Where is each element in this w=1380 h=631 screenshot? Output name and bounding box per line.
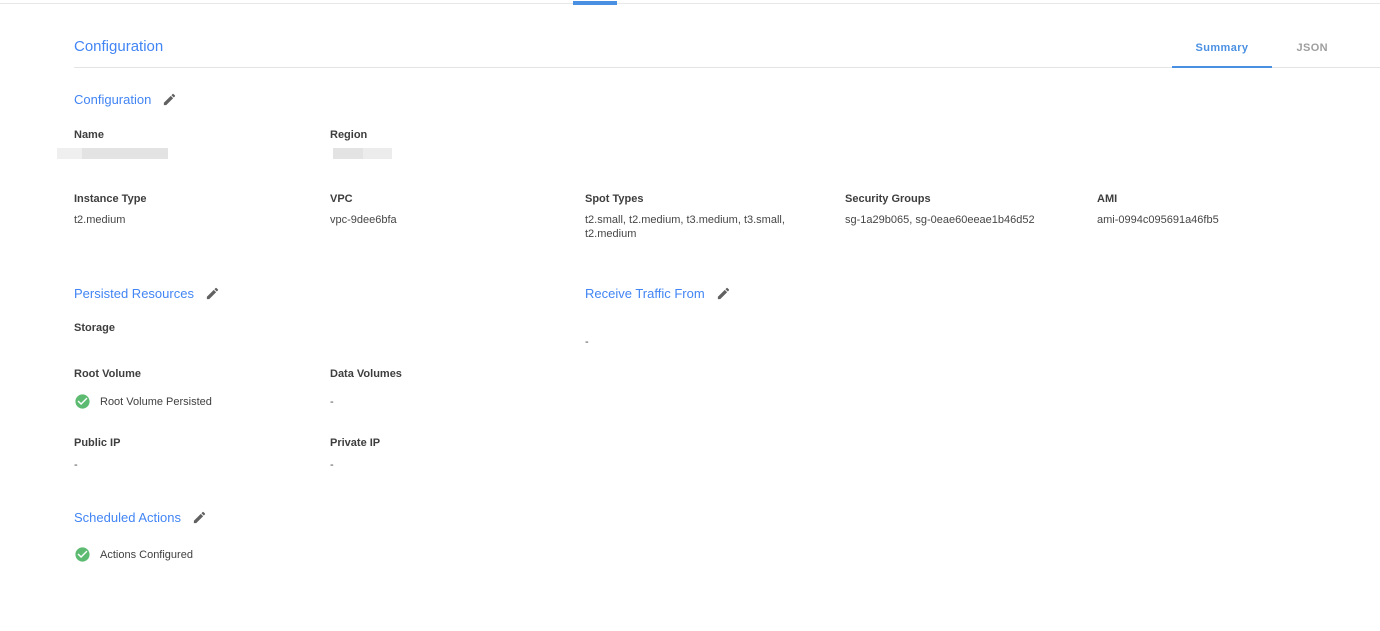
persisted-resources-section-header: Persisted Resources bbox=[74, 286, 220, 301]
instance-details-row: Instance Type t2.medium VPC vpc-9dee6bfa… bbox=[74, 193, 1340, 241]
field-spot-types: Spot Types t2.small, t2.medium, t3.mediu… bbox=[585, 193, 845, 241]
field-security-groups: Security Groups sg-1a29b065, sg-0eae60ee… bbox=[845, 193, 1097, 227]
vpc-value: vpc-9dee6bfa bbox=[330, 213, 585, 227]
spot-types-label: Spot Types bbox=[585, 193, 845, 206]
edit-configuration-icon[interactable] bbox=[162, 92, 177, 107]
check-circle-icon bbox=[74, 546, 91, 563]
tab-json[interactable]: JSON bbox=[1272, 42, 1352, 67]
field-vpc: VPC vpc-9dee6bfa bbox=[330, 193, 585, 227]
region-label: Region bbox=[330, 129, 585, 142]
section-headers-row: Persisted Resources Receive Traffic From bbox=[74, 285, 1340, 303]
root-volume-label: Root Volume bbox=[74, 368, 330, 381]
edit-scheduled-actions-icon[interactable] bbox=[192, 510, 207, 525]
scheduled-actions-status-text: Actions Configured bbox=[100, 549, 193, 561]
ami-label: AMI bbox=[1097, 193, 1340, 206]
field-region: Region bbox=[330, 129, 585, 159]
field-name: Name bbox=[74, 129, 330, 159]
page-header: Configuration Summary JSON bbox=[74, 38, 1380, 68]
ip-labels-row: Public IP Private IP bbox=[74, 437, 1340, 450]
name-region-row: Name Region bbox=[74, 129, 1340, 159]
security-groups-value: sg-1a29b065, sg-0eae60eeae1b46d52 bbox=[845, 213, 1097, 227]
instance-type-label: Instance Type bbox=[74, 193, 330, 206]
tab-summary[interactable]: Summary bbox=[1172, 42, 1273, 68]
view-tabs: Summary JSON bbox=[1172, 42, 1380, 67]
receive-traffic-section-header: Receive Traffic From bbox=[585, 286, 731, 301]
storage-row: Storage - bbox=[74, 322, 1340, 349]
edit-receive-traffic-icon[interactable] bbox=[716, 286, 731, 301]
storage-label: Storage bbox=[74, 322, 585, 335]
persisted-resources-title: Persisted Resources bbox=[74, 286, 194, 301]
security-groups-label: Security Groups bbox=[845, 193, 1097, 206]
scheduled-actions-section-header: Scheduled Actions bbox=[74, 510, 207, 525]
configuration-section-header: Configuration bbox=[74, 92, 177, 107]
configuration-section-title: Configuration bbox=[74, 92, 151, 107]
instance-type-value: t2.medium bbox=[74, 213, 330, 227]
root-volume-status: Root Volume Persisted bbox=[74, 393, 330, 410]
vpc-label: VPC bbox=[330, 193, 585, 206]
name-value-redacted bbox=[57, 148, 168, 159]
public-ip-label: Public IP bbox=[74, 437, 330, 450]
ip-values-row: - - bbox=[74, 450, 1340, 472]
configuration-page: Configuration Summary JSON Configuration… bbox=[0, 0, 1380, 563]
region-value-redacted bbox=[333, 148, 392, 159]
ami-value: ami-0994c095691a46fb5 bbox=[1097, 213, 1340, 227]
data-volumes-value: - bbox=[330, 395, 585, 409]
check-circle-icon bbox=[74, 393, 91, 410]
private-ip-value: - bbox=[330, 458, 585, 472]
receive-traffic-value: - bbox=[585, 335, 845, 349]
data-volumes-label: Data Volumes bbox=[330, 368, 585, 381]
receive-traffic-title: Receive Traffic From bbox=[585, 286, 705, 301]
name-label: Name bbox=[74, 129, 330, 142]
page-title: Configuration bbox=[74, 38, 163, 67]
volumes-labels-row: Root Volume Data Volumes bbox=[74, 368, 1340, 381]
root-volume-status-text: Root Volume Persisted bbox=[100, 396, 212, 408]
public-ip-value: - bbox=[74, 458, 330, 472]
private-ip-label: Private IP bbox=[330, 437, 585, 450]
scheduled-actions-title: Scheduled Actions bbox=[74, 510, 181, 525]
scheduled-actions-status: Actions Configured bbox=[74, 546, 1340, 563]
field-instance-type: Instance Type t2.medium bbox=[74, 193, 330, 227]
field-ami: AMI ami-0994c095691a46fb5 bbox=[1097, 193, 1340, 227]
volumes-values-row: Root Volume Persisted - bbox=[74, 393, 1340, 410]
spot-types-value: t2.small, t2.medium, t3.medium, t3.small… bbox=[585, 213, 817, 241]
edit-persisted-resources-icon[interactable] bbox=[205, 286, 220, 301]
